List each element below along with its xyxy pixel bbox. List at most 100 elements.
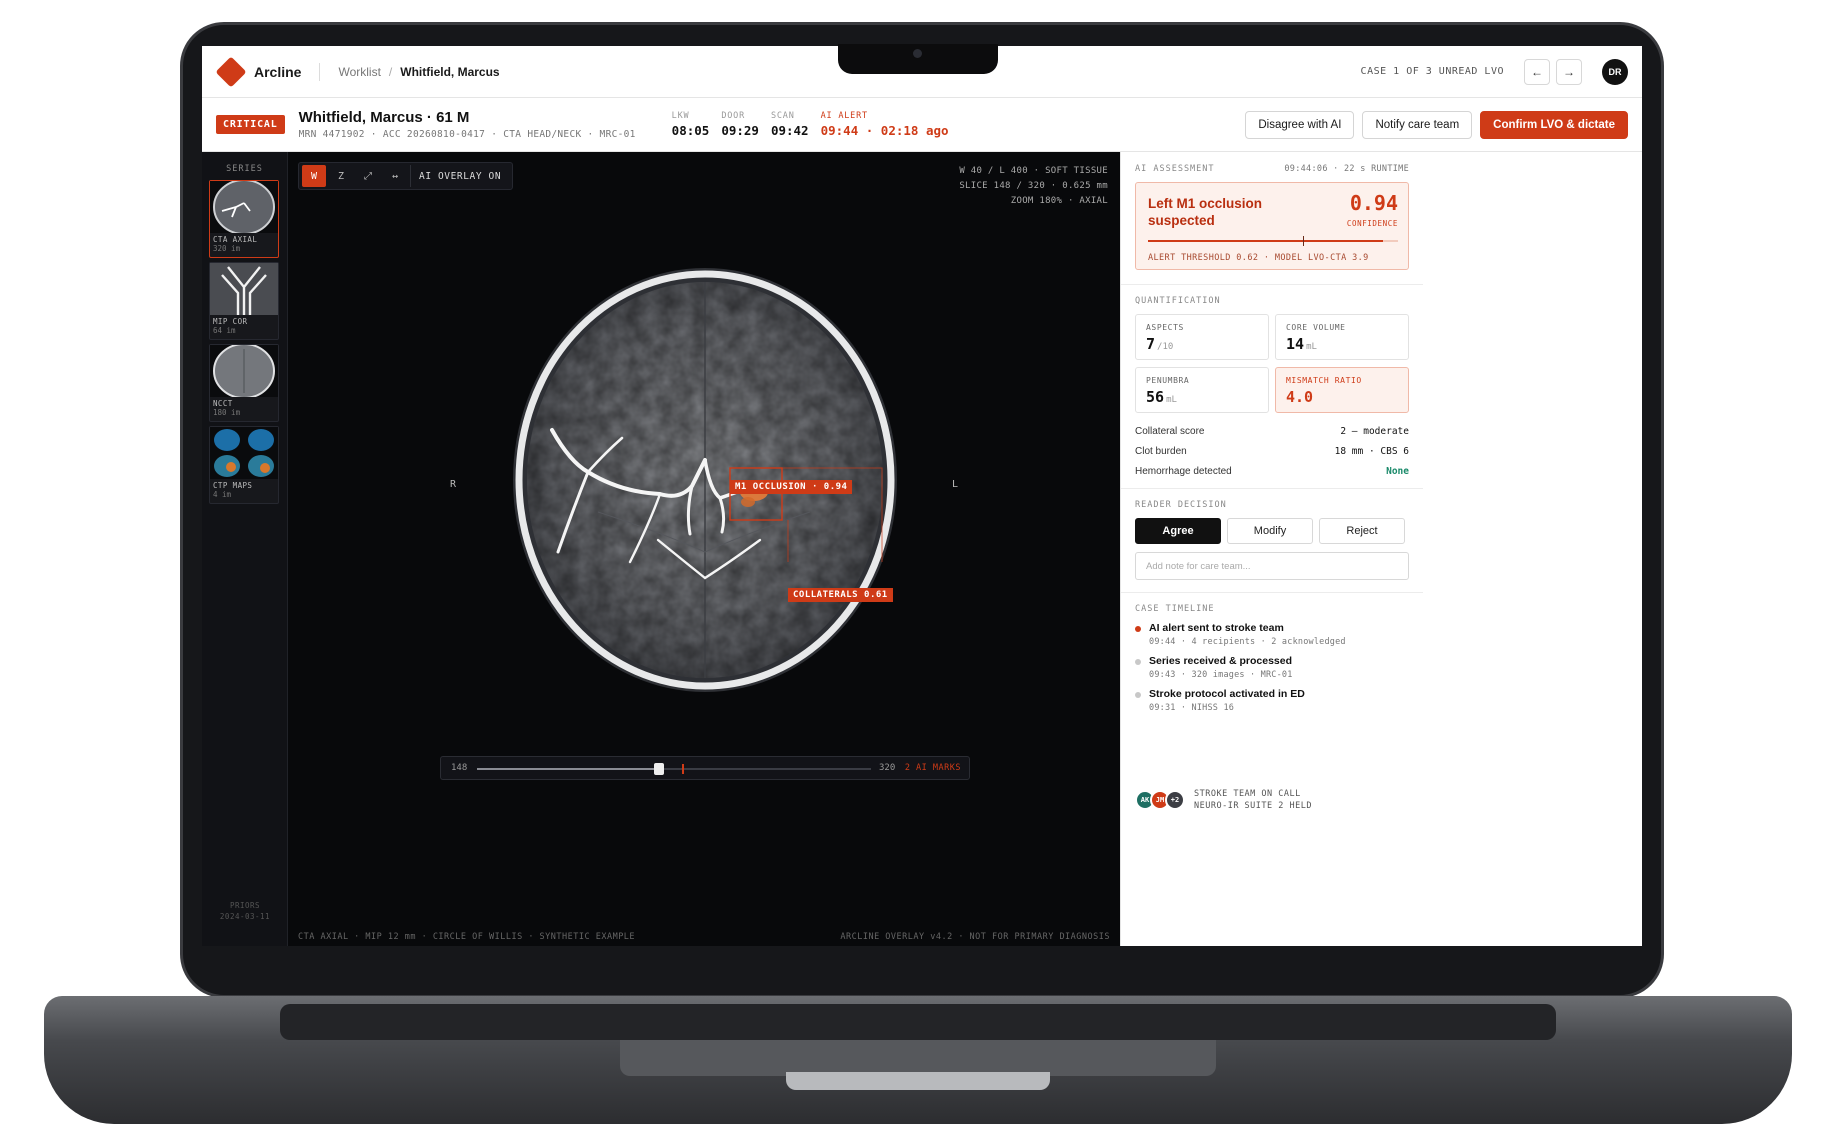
metric-value: 56 — [1146, 388, 1165, 406]
series-thumb-cta-axial[interactable]: CTA AXIAL 320 im — [209, 180, 279, 258]
series-thumb-ctp-maps[interactable]: CTP MAPS 4 im — [209, 426, 279, 504]
case-navigation: CASE 1 OF 3 UNREAD LVO ← → DR — [1360, 58, 1628, 85]
camera-icon — [913, 49, 922, 58]
series-count: 4 im — [213, 490, 232, 499]
metric-unit: /10 — [1157, 342, 1174, 352]
slice-total-label: 320 — [879, 763, 896, 773]
window-tool-button[interactable]: W — [302, 165, 326, 187]
divider — [319, 62, 321, 81]
team-avatar: +2 — [1165, 790, 1185, 810]
time-lkw: LKW 08:05 — [672, 111, 710, 138]
disagree-button[interactable]: Disagree with AI — [1245, 110, 1355, 139]
time-label: LKW — [671, 111, 690, 121]
assessment-panel: AI ASSESSMENT 09:44:06 · 22 s RUNTIME Le… — [1120, 152, 1423, 946]
user-avatar[interactable]: DR — [1602, 58, 1628, 85]
time-value: 08:05 — [671, 123, 710, 138]
case-counter: CASE 1 OF 3 UNREAD LVO — [1360, 66, 1504, 77]
timeline-dot-icon — [1135, 626, 1141, 632]
metric-unit: mL — [1306, 342, 1317, 352]
metric-label: PENUMBRA — [1146, 376, 1190, 385]
series-rail: SERIES CTA AXIAL 320 im MIP COR 64 im NC… — [202, 152, 288, 946]
kv-key: Collateral score — [1135, 426, 1205, 437]
ai-assessment-header: AI ASSESSMENT 09:44:06 · 22 s RUNTIME — [1135, 164, 1409, 174]
agree-button[interactable]: Agree — [1135, 518, 1221, 544]
series-count: 64 im — [213, 326, 236, 335]
ncct-brain-thumbnail-icon — [210, 345, 278, 397]
ai-overlay-toggle[interactable]: AI OVERLAY ON — [410, 165, 509, 187]
stroke-team[interactable]: AK JM +2 STROKE TEAM ON CALL NEURO-IR SU… — [1135, 788, 1409, 812]
collaterals-finding-label[interactable]: COLLATERALS 0.61 — [788, 588, 893, 602]
metric-core-volume: CORE VOLUME 14 mL — [1275, 314, 1409, 360]
kv-collateral-score: Collateral score 2 — moderate — [1135, 426, 1409, 437]
series-name: MIP COR — [213, 317, 248, 326]
timeline-label: CASE TIMELINE — [1135, 604, 1215, 614]
series-thumb-ncct[interactable]: NCCT 180 im — [209, 344, 279, 422]
timeline-title: AI alert sent to stroke team — [1149, 622, 1284, 634]
critical-badge: CRITICAL — [216, 115, 285, 134]
occlusion-finding-label[interactable]: M1 OCCLUSION · 0.94 — [730, 480, 853, 494]
patient-bar: CRITICAL Whitfield, Marcus · 61 M MRN 44… — [202, 98, 1642, 152]
priors-label: PRIORS — [229, 901, 261, 910]
series-count: 180 im — [213, 408, 241, 417]
metric-value: 4.0 — [1286, 388, 1314, 406]
kv-value: None — [1386, 466, 1409, 477]
image-viewer[interactable]: SERIES CTA AXIAL 320 im MIP COR 64 im NC… — [202, 152, 1120, 946]
reject-button[interactable]: Reject — [1319, 518, 1405, 544]
ai-runtime: 09:44:06 · 22 s RUNTIME — [1284, 164, 1409, 174]
time-label: DOOR — [721, 111, 745, 121]
prev-case-button[interactable]: ← — [1524, 58, 1550, 85]
brand-name: Arcline — [254, 63, 302, 80]
case-actions: Disagree with AI Notify care team Confir… — [1245, 110, 1628, 139]
timeline-item: AI alert sent to stroke team 09:44 · 4 r… — [1135, 622, 1409, 647]
viewer-footer-left: CTA AXIAL · MIP 12 mm · CIRCLE OF WILLIS… — [298, 932, 636, 942]
ai-mark-indicator[interactable] — [681, 764, 684, 774]
orientation-left-marker: L — [952, 479, 959, 490]
metric-value: 7 — [1146, 335, 1156, 353]
kv-clot-burden: Clot burden 18 mm · CBS 6 — [1135, 446, 1409, 457]
series-title: SERIES — [226, 164, 263, 174]
timeline-title: Series received & processed — [1149, 655, 1293, 667]
timeline-dot-icon — [1135, 659, 1141, 665]
patient-name: Whitfield, Marcus · 61 M — [298, 109, 470, 126]
series-thumb-mip-cor[interactable]: MIP COR 64 im — [209, 262, 279, 340]
care-team-note-input[interactable] — [1135, 552, 1409, 580]
perfusion-maps-thumbnail-icon — [210, 427, 278, 479]
confirm-lvo-button[interactable]: Confirm LVO & dictate — [1480, 110, 1628, 139]
time-value: 09:42 — [770, 123, 809, 138]
time-value: 09:44 · 02:18 ago — [820, 123, 949, 138]
slice-track[interactable] — [477, 763, 871, 775]
slice-handle[interactable] — [654, 763, 665, 775]
pan-tool-button[interactable]: ↔ — [383, 165, 407, 187]
slice-scrubber[interactable]: 148 320 2 AI MARKS — [440, 756, 970, 780]
divider — [1121, 592, 1423, 593]
time-door: DOOR 09:29 — [721, 111, 759, 138]
metric-mismatch-ratio: MISMATCH RATIO 4.0 — [1275, 367, 1409, 413]
next-case-button[interactable]: → — [1556, 58, 1582, 85]
modify-button[interactable]: Modify — [1227, 518, 1313, 544]
divider — [1121, 284, 1423, 285]
time-label: AI ALERT — [820, 111, 868, 121]
series-name: CTP MAPS — [213, 481, 253, 490]
time-scan: SCAN 09:42 — [771, 111, 809, 138]
ai-confidence-label: CONFIDENCE — [1346, 219, 1398, 228]
threshold-marker — [1303, 236, 1304, 246]
laptop-hinge — [786, 1072, 1050, 1090]
ai-confidence-value: 0.94 — [1349, 191, 1398, 215]
breadcrumb-worklist[interactable]: Worklist — [338, 65, 380, 79]
confidence-fill — [1148, 240, 1383, 242]
kv-hemorrhage: Hemorrhage detected None — [1135, 466, 1409, 477]
timeline-sub: 09:44 · 4 recipients · 2 acknowledged — [1149, 637, 1346, 647]
camera-notch — [838, 44, 998, 74]
notify-care-team-button[interactable]: Notify care team — [1362, 110, 1473, 139]
viewer-toolbar: W Z ⤢ ↔ AI OVERLAY ON — [298, 162, 514, 190]
expand-tool-button[interactable]: ⤢ — [356, 165, 380, 187]
ai-marks-count[interactable]: 2 AI MARKS — [905, 763, 961, 773]
coronal-vessels-thumbnail-icon — [210, 263, 278, 315]
viewer-footer: CTA AXIAL · MIP 12 mm · CIRCLE OF WILLIS… — [298, 932, 1110, 942]
threshold-text: ALERT THRESHOLD 0.62 · MODEL LVO-CTA 3.9 — [1148, 253, 1369, 263]
viewer-footer-right: ARCLINE OVERLAY v4.2 · NOT FOR PRIMARY D… — [840, 932, 1110, 942]
priors[interactable]: PRIORS 2024-03-11 — [202, 900, 288, 922]
zoom-tool-button[interactable]: Z — [329, 165, 353, 187]
team-line-1: STROKE TEAM ON CALL — [1194, 789, 1301, 799]
slice-info-text: SLICE 148 / 320 · 0.625 mm — [959, 181, 1108, 191]
